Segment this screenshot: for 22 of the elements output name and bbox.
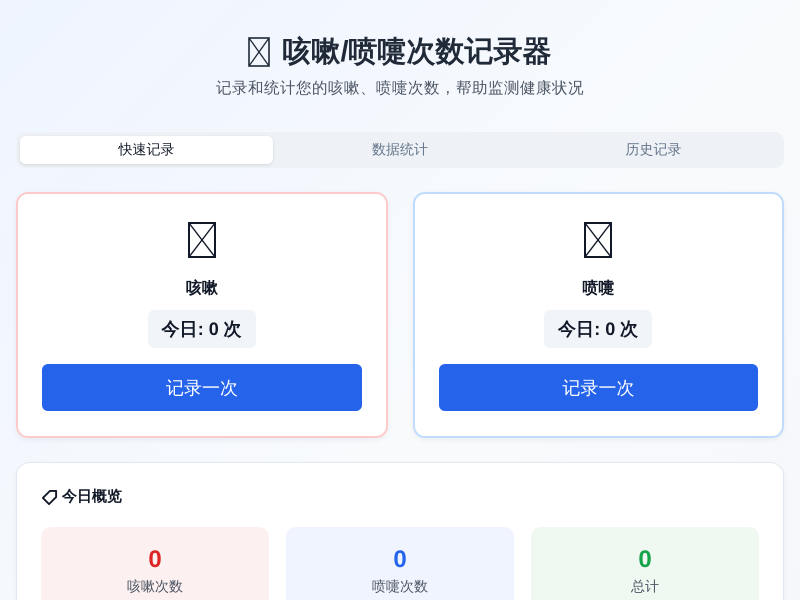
overview-title: 今日概览 <box>62 487 122 507</box>
counter-name: 喷嚏 <box>582 278 614 299</box>
crossed-box-icon <box>188 222 216 258</box>
stat-label: 总计 <box>630 577 660 596</box>
crossed-box-icon <box>248 37 270 67</box>
stat-value: 0 <box>637 545 653 575</box>
crossed-box-icon <box>584 222 612 258</box>
tab[interactable]: 历史记录 <box>526 136 780 164</box>
today-count: 今日: 0 次 <box>544 310 652 348</box>
tag-icon <box>41 488 58 506</box>
record-button[interactable]: 记录一次 <box>438 364 758 411</box>
stat-label: 喷嚏次数 <box>371 577 429 596</box>
record-button[interactable]: 记录一次 <box>42 364 362 411</box>
stat-value: 0 <box>392 545 408 575</box>
tab[interactable]: 数据统计 <box>273 136 527 164</box>
app-subtitle: 记录和统计您的咳嗽、喷嚏次数，帮助监测健康状况 <box>215 79 585 99</box>
tab[interactable]: 快速记录 <box>20 136 274 164</box>
today-count: 今日: 0 次 <box>148 310 256 348</box>
app-title: 咳嗽/喷嚏次数记录器 <box>282 34 552 70</box>
stat-label: 咳嗽次数 <box>126 577 184 596</box>
stat-value: 0 <box>147 545 163 575</box>
counter-name: 咳嗽 <box>186 278 218 299</box>
